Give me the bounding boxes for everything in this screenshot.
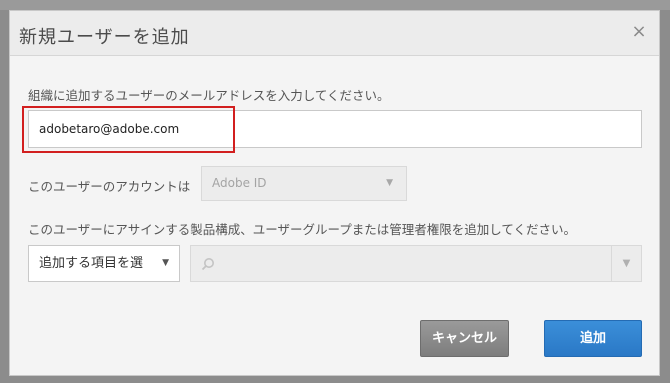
assign-label: このユーザーにアサインする製品構成、ユーザーグループまたは管理者権限を追加してく…: [28, 222, 577, 237]
dialog-header: 新規ユーザーを追加 ×: [10, 11, 659, 56]
backdrop: [0, 0, 670, 10]
add-item-value: 追加する項目を選: [39, 256, 144, 271]
chevron-down-icon[interactable]: ▼: [611, 246, 641, 281]
account-type-value: Adobe ID: [212, 176, 267, 190]
search-icon: [201, 258, 214, 271]
chevron-down-icon: ▼: [162, 258, 169, 268]
add-item-select[interactable]: 追加する項目を選 ▼: [28, 245, 180, 282]
account-type-select[interactable]: Adobe ID ▼: [201, 166, 407, 201]
add-button[interactable]: 追加: [544, 320, 642, 357]
assign-search-input[interactable]: ▼: [190, 245, 642, 282]
chevron-down-icon: ▼: [386, 178, 393, 188]
account-type-label: このユーザーのアカウントは: [28, 179, 191, 194]
dialog-title: 新規ユーザーを追加: [19, 27, 190, 48]
add-user-dialog: 新規ユーザーを追加 × 組織に追加するユーザーのメールアドレスを入力してください…: [9, 10, 660, 376]
cancel-button[interactable]: キャンセル: [420, 320, 509, 357]
highlight-box: [22, 106, 235, 153]
close-icon[interactable]: ×: [629, 21, 649, 43]
email-label: 組織に追加するユーザーのメールアドレスを入力してください。: [28, 88, 390, 103]
